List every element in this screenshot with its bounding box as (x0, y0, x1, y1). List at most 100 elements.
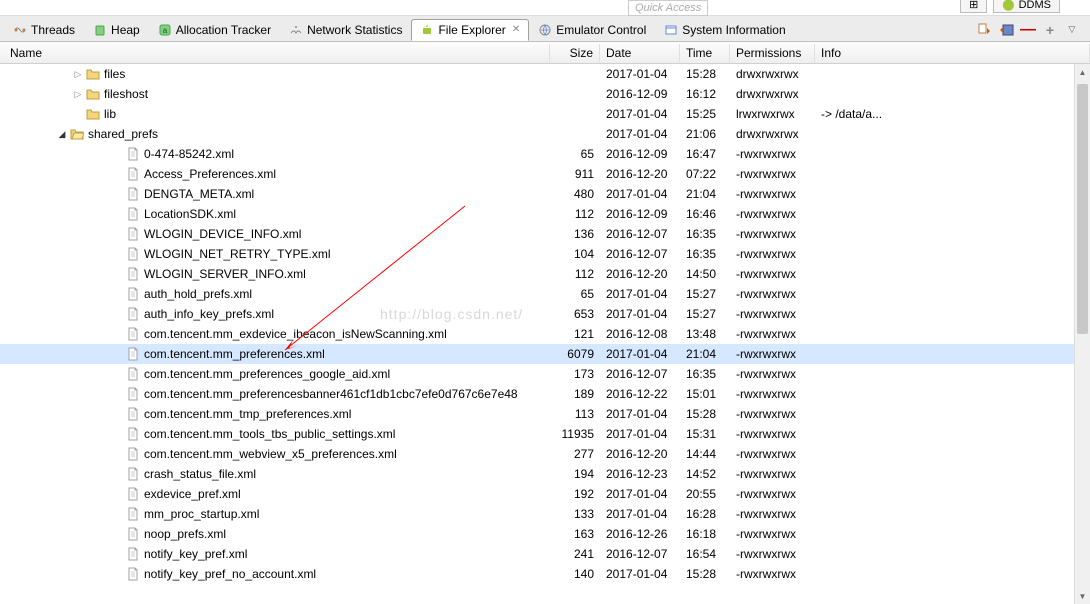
cell-size: 140 (550, 567, 600, 581)
folder-row[interactable]: ◢shared_prefs2017-01-0421:06drwxrwxrwx (0, 124, 1090, 144)
cell-date: 2016-12-07 (600, 227, 680, 241)
cell-size: 173 (550, 367, 600, 381)
file-icon (126, 227, 140, 241)
expand-icon[interactable]: ▷ (72, 88, 84, 100)
cell-date: 2017-01-04 (600, 567, 680, 581)
file-row[interactable]: auth_hold_prefs.xml652017-01-0415:27-rwx… (0, 284, 1090, 304)
expand-spacer (112, 488, 124, 500)
pull-file-icon[interactable] (976, 22, 992, 38)
folder-icon (86, 67, 100, 81)
file-row[interactable]: auth_info_key_prefs.xml6532017-01-0415:2… (0, 304, 1090, 324)
tab-threads[interactable]: Threads (4, 19, 84, 41)
file-row[interactable]: noop_prefs.xml1632016-12-2616:18-rwxrwxr… (0, 524, 1090, 544)
tab-system-information[interactable]: System Information (655, 19, 794, 41)
file-row[interactable]: com.tencent.mm_tmp_preferences.xml113201… (0, 404, 1090, 424)
cell-permissions: -rwxrwxrwx (730, 487, 815, 501)
scroll-down-arrow[interactable]: ▼ (1075, 588, 1090, 604)
header-info[interactable]: Info (815, 44, 1090, 62)
ddms-perspective[interactable]: ⬤ DDMS (993, 0, 1060, 13)
folder-icon (86, 87, 100, 101)
file-row[interactable]: com.tencent.mm_preferences.xml60792017-0… (0, 344, 1090, 364)
push-file-icon[interactable] (998, 22, 1014, 38)
file-icon (126, 327, 140, 341)
cell-time: 16:28 (680, 507, 730, 521)
node-name: shared_prefs (88, 127, 158, 141)
file-row[interactable]: crash_status_file.xml1942016-12-2314:52-… (0, 464, 1090, 484)
file-row[interactable]: com.tencent.mm_preferencesbanner461cf1db… (0, 384, 1090, 404)
file-row[interactable]: WLOGIN_DEVICE_INFO.xml1362016-12-0716:35… (0, 224, 1090, 244)
node-name: com.tencent.mm_preferencesbanner461cf1db… (144, 387, 518, 401)
tab-file-explorer[interactable]: File Explorer✕ (411, 19, 529, 41)
add-icon[interactable]: + (1042, 22, 1058, 38)
quick-access-input[interactable]: Quick Access (628, 0, 708, 16)
expand-spacer (112, 448, 124, 460)
file-row[interactable]: notify_key_pref_no_account.xml1402017-01… (0, 564, 1090, 584)
file-row[interactable]: DENGTA_META.xml4802017-01-0421:04-rwxrwx… (0, 184, 1090, 204)
folder-row[interactable]: ▷fileshost2016-12-0916:12drwxrwxrwx (0, 84, 1090, 104)
file-row[interactable]: exdevice_pref.xml1922017-01-0420:55-rwxr… (0, 484, 1090, 504)
tab-allocation-tracker[interactable]: aAllocation Tracker (149, 19, 280, 41)
cell-time: 14:44 (680, 447, 730, 461)
cell-time: 16:35 (680, 227, 730, 241)
tab-emulator-control[interactable]: Emulator Control (529, 19, 655, 41)
file-tree[interactable]: ▷files2017-01-0415:28drwxrwxrwx▷fileshos… (0, 64, 1090, 604)
expand-spacer (112, 188, 124, 200)
node-name: mm_proc_startup.xml (144, 507, 259, 521)
file-row[interactable]: com.tencent.mm_webview_x5_preferences.xm… (0, 444, 1090, 464)
file-row[interactable]: WLOGIN_SERVER_INFO.xml1122016-12-2014:50… (0, 264, 1090, 284)
file-row[interactable]: Access_Preferences.xml9112016-12-2007:22… (0, 164, 1090, 184)
cell-size: 112 (550, 267, 600, 281)
expand-spacer (112, 228, 124, 240)
scroll-up-arrow[interactable]: ▲ (1075, 64, 1090, 80)
view-menu-icon[interactable]: ▽ (1064, 22, 1080, 38)
expand-spacer (112, 528, 124, 540)
expand-spacer (72, 108, 84, 120)
collapse-icon[interactable]: ◢ (56, 128, 68, 140)
expand-spacer (112, 388, 124, 400)
header-time[interactable]: Time (680, 44, 730, 62)
expand-spacer (112, 248, 124, 260)
file-row[interactable]: com.tencent.mm_exdevice_ibeacon_isNewSca… (0, 324, 1090, 344)
folder-row[interactable]: ▷files2017-01-0415:28drwxrwxrwx (0, 64, 1090, 84)
cell-permissions: -rwxrwxrwx (730, 267, 815, 281)
header-permissions[interactable]: Permissions (730, 44, 815, 62)
cell-time: 07:22 (680, 167, 730, 181)
file-row[interactable]: WLOGIN_NET_RETRY_TYPE.xml1042016-12-0716… (0, 244, 1090, 264)
file-icon (126, 407, 140, 421)
file-row[interactable]: notify_key_pref.xml2412016-12-0716:54-rw… (0, 544, 1090, 564)
folder-icon (70, 127, 84, 141)
cell-permissions: -rwxrwxrwx (730, 307, 815, 321)
file-row[interactable]: 0-474-85242.xml652016-12-0916:47-rwxrwxr… (0, 144, 1090, 164)
tab-heap[interactable]: Heap (84, 19, 149, 41)
close-icon[interactable]: ✕ (512, 24, 520, 35)
cell-permissions: -rwxrwxrwx (730, 287, 815, 301)
open-perspective-button[interactable]: ⊞ (960, 0, 987, 13)
cell-date: 2016-12-07 (600, 367, 680, 381)
tab-network-statistics[interactable]: Network Statistics (280, 19, 411, 41)
folder-row[interactable]: lib2017-01-0415:25lrwxrwxrwx-> /data/a..… (0, 104, 1090, 124)
file-row[interactable]: mm_proc_startup.xml1332017-01-0416:28-rw… (0, 504, 1090, 524)
cell-date: 2016-12-26 (600, 527, 680, 541)
file-row[interactable]: LocationSDK.xml1122016-12-0916:46-rwxrwx… (0, 204, 1090, 224)
cell-permissions: -rwxrwxrwx (730, 347, 815, 361)
scroll-thumb[interactable] (1077, 84, 1088, 334)
file-row[interactable]: com.tencent.mm_preferences_google_aid.xm… (0, 364, 1090, 384)
header-name[interactable]: Name (0, 44, 550, 62)
file-row[interactable]: com.tencent.mm_tools_tbs_public_settings… (0, 424, 1090, 444)
delete-icon[interactable]: — (1020, 22, 1036, 38)
cell-date: 2017-01-04 (600, 127, 680, 141)
cell-permissions: -rwxrwxrwx (730, 527, 815, 541)
header-date[interactable]: Date (600, 44, 680, 62)
cell-size: 241 (550, 547, 600, 561)
vertical-scrollbar[interactable]: ▲ ▼ (1074, 64, 1090, 604)
cell-date: 2016-12-09 (600, 147, 680, 161)
cell-size: 121 (550, 327, 600, 341)
cell-permissions: -rwxrwxrwx (730, 327, 815, 341)
cell-time: 21:04 (680, 347, 730, 361)
file-icon (126, 187, 140, 201)
expand-spacer (112, 348, 124, 360)
node-name: exdevice_pref.xml (144, 487, 241, 501)
expand-icon[interactable]: ▷ (72, 68, 84, 80)
file-icon (126, 147, 140, 161)
header-size[interactable]: Size (550, 44, 600, 62)
